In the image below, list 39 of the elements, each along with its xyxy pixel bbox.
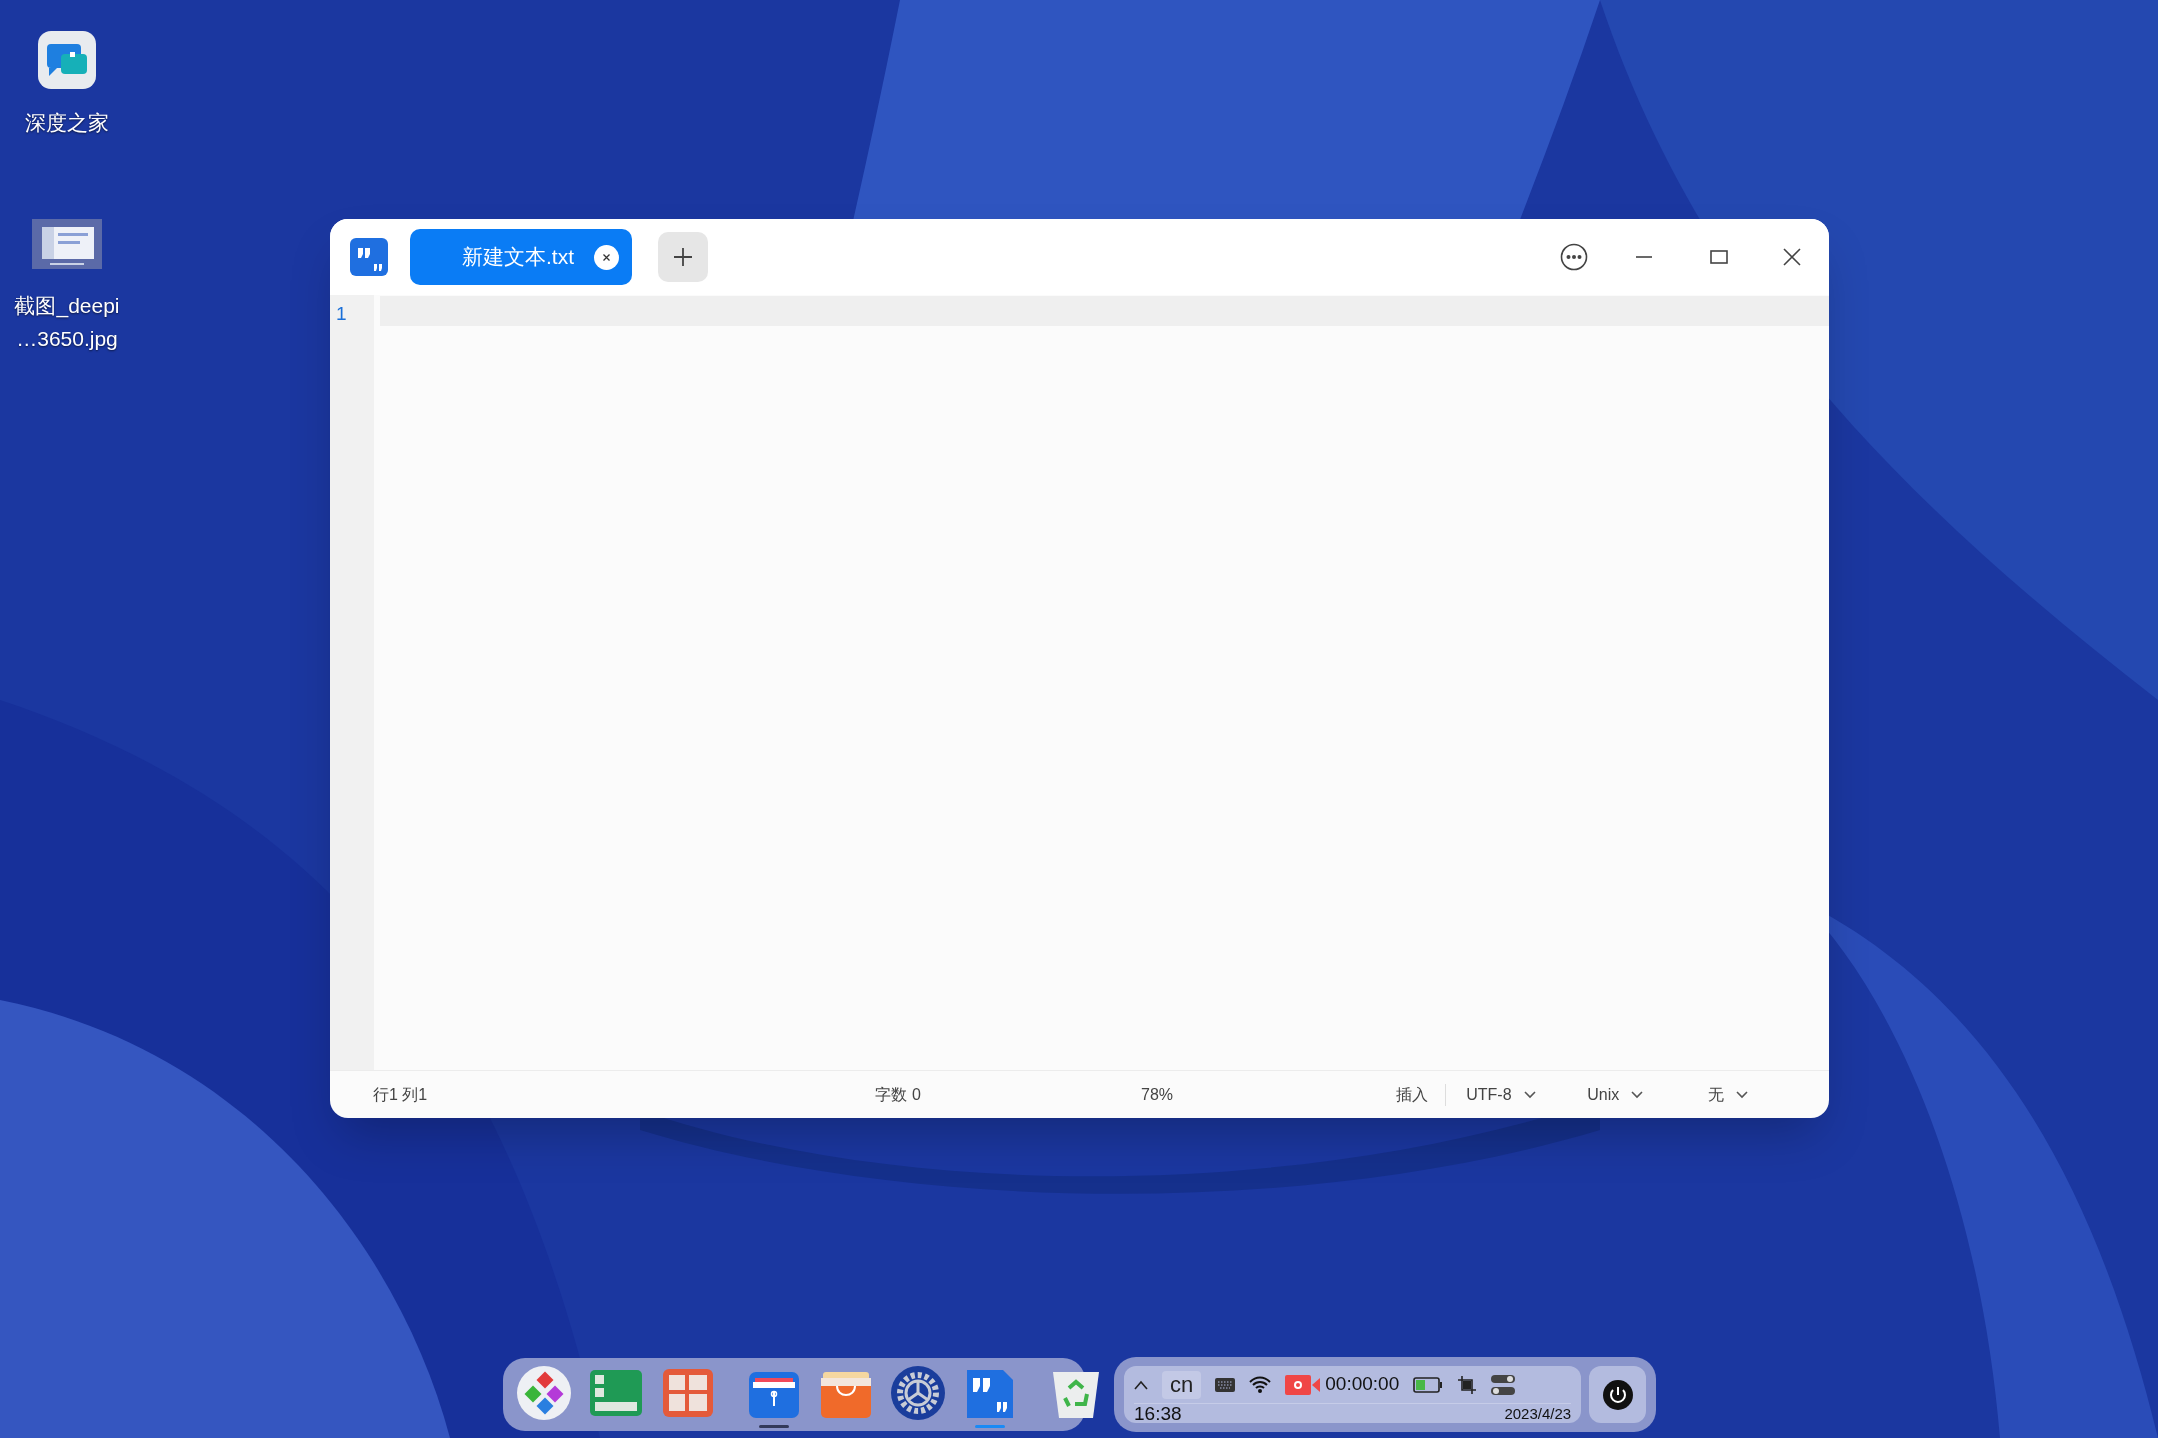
launcher-icon[interactable]: [515, 1363, 573, 1422]
file-tab[interactable]: 新建文本.txt: [410, 229, 632, 285]
power-icon: [1602, 1379, 1633, 1410]
desktop-icon-label: 深度之家: [25, 110, 109, 136]
running-indicator: [759, 1424, 789, 1428]
caret-icon: [1631, 1090, 1644, 1099]
gear-icon[interactable]: [889, 1363, 947, 1422]
status-dropdown[interactable]: 无: [1708, 1082, 1829, 1107]
wifi-icon[interactable]: [1249, 1375, 1272, 1394]
cursor-position: 行1 列1: [373, 1084, 429, 1105]
crop-icon[interactable]: [1457, 1374, 1478, 1395]
running-indicator: [975, 1424, 1005, 1428]
clock-date[interactable]: 2023/4/23: [1504, 1403, 1572, 1424]
keyboard-icon[interactable]: [1215, 1377, 1236, 1392]
chat-bubbles-icon[interactable]: [37, 30, 97, 90]
screen-recorder-icon[interactable]: [1285, 1374, 1322, 1395]
battery-icon[interactable]: [1413, 1376, 1444, 1393]
caret-icon: [1736, 1090, 1749, 1099]
caret-icon: [1523, 1090, 1536, 1099]
recording-timer: 00:00:00: [1325, 1372, 1400, 1397]
clock-time[interactable]: 16:38: [1134, 1403, 1182, 1424]
zoom-level: 78%: [1141, 1084, 1175, 1105]
text-editor-icon: [350, 238, 388, 276]
chevron-up-icon[interactable]: [1134, 1379, 1148, 1390]
plus-icon: [673, 247, 693, 267]
word-count: 字数 0: [875, 1084, 922, 1105]
new-tab-button[interactable]: [658, 232, 708, 282]
more-icon[interactable]: [1560, 243, 1588, 271]
status-dropdown[interactable]: Unix: [1587, 1082, 1709, 1107]
desktop-icon-label: 截图_deepi: [14, 293, 120, 320]
input-method[interactable]: cn: [1162, 1370, 1202, 1399]
toggles-icon[interactable]: [1491, 1373, 1516, 1396]
desktop-icon-label: …3650.jpg: [15, 326, 119, 352]
status-dropdown[interactable]: UTF-8: [1466, 1082, 1588, 1107]
power-button[interactable]: [1589, 1366, 1646, 1423]
line-number: 1: [336, 302, 348, 326]
close-icon[interactable]: [1783, 248, 1801, 266]
insert-mode: 插入: [1395, 1084, 1429, 1105]
maximize-icon[interactable]: [1710, 248, 1728, 266]
